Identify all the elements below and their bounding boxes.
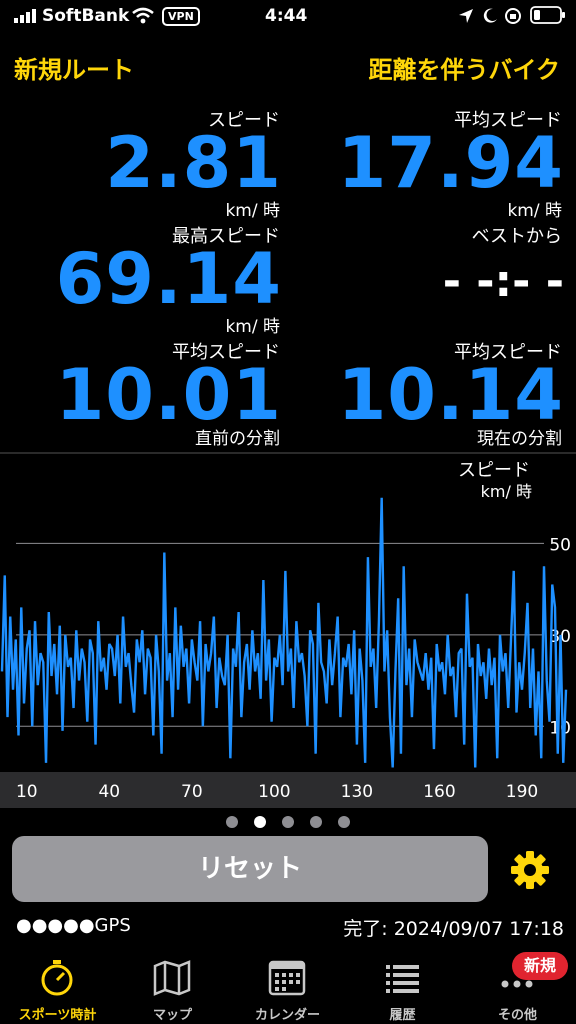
cellular-signal-icon xyxy=(14,9,36,23)
wifi-icon xyxy=(132,7,154,24)
tab-calendar[interactable]: カレンダー xyxy=(230,958,345,1024)
calendar-icon xyxy=(268,960,306,996)
vpn-indicator: VPN xyxy=(162,7,200,26)
reset-button[interactable]: リセット xyxy=(12,836,488,902)
stopwatch-icon xyxy=(41,960,73,996)
speed-unit: km/ 時 xyxy=(225,201,280,221)
y-tick-label: 10 xyxy=(549,718,571,738)
battery-icon xyxy=(530,6,565,24)
tab-label: マップ xyxy=(152,1008,192,1023)
chart-yunit: km/ 時 xyxy=(480,482,532,501)
x-tick-label: 40 xyxy=(98,782,120,802)
page-dot[interactable] xyxy=(338,816,350,828)
from-best-label: ベストから xyxy=(471,226,562,247)
x-tick-label: 10 xyxy=(16,782,38,802)
prev-split-value: 10.01 xyxy=(55,354,282,436)
rotation-lock-icon xyxy=(505,8,521,24)
tab-map[interactable]: マップ xyxy=(115,958,230,1024)
prev-split-unit: 直前の分割 xyxy=(195,429,280,449)
x-tick-label: 100 xyxy=(258,782,290,802)
speed-chart[interactable]: 10 30 50 10 40 70 100 130 160 190 スピード km/ 時 xyxy=(0,452,576,808)
x-tick-label: 130 xyxy=(341,782,373,802)
page-dot[interactable] xyxy=(226,816,238,828)
new-badge: 新規 xyxy=(512,952,568,980)
tab-history[interactable]: 履歴 xyxy=(345,958,460,1024)
completed-timestamp: 完了: 2024/09/07 17:18 xyxy=(343,918,564,940)
clock: 4:44 xyxy=(265,6,308,26)
status-bar: SoftBank VPN 4:44 xyxy=(0,0,576,34)
location-arrow-icon xyxy=(459,9,473,23)
cur-split-value: 10.14 xyxy=(337,354,564,436)
tab-sports-watch[interactable]: スポーツ時計 xyxy=(0,958,115,1024)
gps-strength: ●●●●●GPS xyxy=(16,915,131,936)
from-best-value: - -:- - xyxy=(442,256,564,307)
y-tick-label: 50 xyxy=(549,535,571,555)
speed-chart-svg: 10305010 40 70 100 130 160 190 xyxy=(0,452,576,808)
x-tick-label: 190 xyxy=(506,782,538,802)
max-speed-value: 69.14 xyxy=(55,238,282,320)
avg-speed-unit: km/ 時 xyxy=(507,201,562,221)
speed-value: 2.81 xyxy=(105,122,282,204)
tab-label: スポーツ時計 xyxy=(18,1008,97,1023)
tab-label: その他 xyxy=(497,1008,537,1023)
carrier-name: SoftBank xyxy=(42,6,130,26)
moon-icon xyxy=(483,8,497,23)
map-icon xyxy=(153,960,191,996)
tab-label: カレンダー xyxy=(254,1008,320,1023)
x-tick-label: 160 xyxy=(423,782,455,802)
activity-type[interactable]: 距離を伴うバイク xyxy=(368,50,560,85)
cur-split-unit: 現在の分割 xyxy=(477,429,562,449)
avg-speed-value: 17.94 xyxy=(337,122,564,204)
list-icon xyxy=(386,965,419,993)
route-title[interactable]: 新規ルート xyxy=(14,50,134,85)
tab-label: 履歴 xyxy=(389,1008,416,1023)
x-tick-label: 70 xyxy=(181,782,203,802)
page-dot[interactable] xyxy=(282,816,294,828)
page-dot[interactable] xyxy=(254,816,266,828)
max-speed-unit: km/ 時 xyxy=(225,317,280,337)
page-dot[interactable] xyxy=(310,816,322,828)
gear-icon[interactable] xyxy=(508,848,552,892)
speed-series-line xyxy=(0,497,568,768)
